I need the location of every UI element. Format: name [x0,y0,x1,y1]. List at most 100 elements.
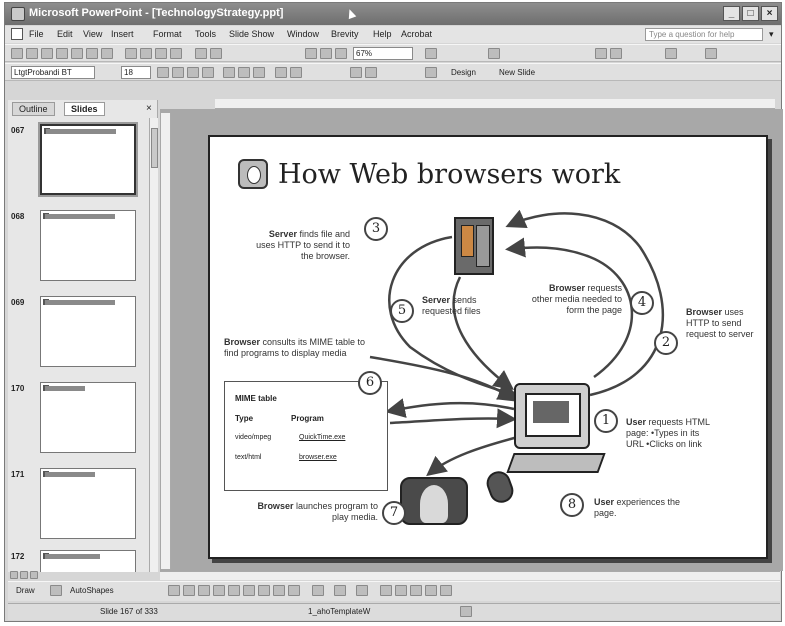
paste-icon[interactable] [155,48,167,59]
menu-slide-show[interactable]: Slide Show [229,29,274,39]
slide-thumbnail-image[interactable] [40,550,136,572]
insert-picture-icon[interactable] [335,48,347,59]
menu-window[interactable]: Window [287,29,319,39]
bullets-icon[interactable] [290,67,302,78]
help-question-input[interactable]: Type a question for help [645,28,763,41]
align-right-icon[interactable] [253,67,265,78]
print-preview-icon[interactable] [86,48,98,59]
horizontal-scrollbar[interactable] [160,571,780,580]
shadow-icon[interactable] [202,67,214,78]
increase-font-icon[interactable] [350,67,362,78]
maximize-button[interactable]: □ [742,6,759,21]
arrow-icon[interactable] [183,585,195,596]
slide-thumbnail-image[interactable] [40,210,136,281]
spelling-status-icon[interactable] [460,606,472,617]
open-icon[interactable] [26,48,38,59]
font-color-icon[interactable] [425,67,437,78]
title-bar[interactable]: Microsoft PowerPoint - [TechnologyStrate… [5,3,781,25]
slide-thumbnail-068[interactable]: 068 [8,206,148,284]
insert-table-icon[interactable] [320,48,332,59]
vertical-ruler[interactable] [161,113,171,569]
text-box-icon[interactable] [228,585,240,596]
slide-thumbnail-069[interactable]: 069 [8,292,148,370]
decrease-font-icon[interactable] [365,67,377,78]
select-objects-icon[interactable] [50,585,62,596]
numbering-icon[interactable] [275,67,287,78]
minimize-button[interactable]: _ [723,6,740,21]
slide-thumbnail-image[interactable] [40,382,136,453]
slide-thumbnail-image[interactable] [40,468,136,539]
clip-art-icon[interactable] [273,585,285,596]
dash-style-icon[interactable] [395,585,407,596]
slide-sorter-view-icon[interactable] [20,571,28,579]
insert-chart-icon[interactable] [305,48,317,59]
italic-icon[interactable] [172,67,184,78]
horizontal-ruler[interactable] [215,99,775,109]
document-icon[interactable] [11,28,23,40]
help-icon[interactable] [425,48,437,59]
align-left-icon[interactable] [223,67,235,78]
spelling-icon[interactable] [101,48,113,59]
menu-help[interactable]: Help [373,29,392,39]
insert-picture-icon[interactable] [288,585,300,596]
align-center-icon[interactable] [238,67,250,78]
grayscale-icon[interactable] [488,48,500,59]
format-painter-icon[interactable] [170,48,182,59]
slide-thumbnail-image[interactable] [38,122,138,197]
copy-icon[interactable] [140,48,152,59]
3d-style-icon[interactable] [440,585,452,596]
line-icon[interactable] [168,585,180,596]
oval-icon[interactable] [213,585,225,596]
font-size-select[interactable]: 18 [121,66,151,79]
close-button[interactable]: × [761,6,778,21]
forward-icon[interactable] [610,48,622,59]
menu-insert[interactable]: Insert [111,29,134,39]
menu-file[interactable]: File [29,29,44,39]
menu-tools[interactable]: Tools [195,29,216,39]
email-icon[interactable] [56,48,68,59]
tab-slides[interactable]: Slides [64,102,105,116]
wordart-icon[interactable] [243,585,255,596]
underline-icon[interactable] [187,67,199,78]
help-dropdown-icon[interactable]: ▾ [769,29,774,40]
bold-icon[interactable] [157,67,169,78]
slide-thumbnail-067[interactable]: 067 [8,120,148,198]
slide-thumbnail-172[interactable]: 172 [8,546,148,572]
menu-format[interactable]: Format [153,29,182,39]
line-color-icon[interactable] [334,585,346,596]
insert-comment-icon[interactable] [665,48,677,59]
shadow-style-icon[interactable] [425,585,437,596]
slides-pane-scrollbar[interactable] [149,118,158,572]
diagram-icon[interactable] [258,585,270,596]
font-select[interactable]: LtgtProbandi BT [11,66,95,79]
font-color-icon[interactable] [356,585,368,596]
menu-edit[interactable]: Edit [57,29,73,39]
arrow-style-icon[interactable] [410,585,422,596]
pane-close-icon[interactable]: × [146,103,152,114]
powerpoint-app-icon[interactable] [11,7,25,21]
cut-icon[interactable] [125,48,137,59]
slide-show-view-icon[interactable] [30,571,38,579]
slide-thumbnail-image[interactable] [40,296,136,367]
new-icon[interactable] [11,48,23,59]
draw-menu[interactable]: Draw [16,586,35,595]
current-slide[interactable]: How Web browsers work Server finds file … [208,135,768,559]
print-icon[interactable] [71,48,83,59]
autoshapes-menu[interactable]: AutoShapes [70,586,114,595]
show-markup-icon[interactable] [705,48,717,59]
scrollbar-thumb[interactable] [151,128,158,168]
line-style-icon[interactable] [380,585,392,596]
tab-outline[interactable]: Outline [12,102,55,116]
menu-brevity[interactable]: Brevity [331,29,359,39]
redo-icon[interactable] [210,48,222,59]
fill-color-icon[interactable] [312,585,324,596]
save-icon[interactable] [41,48,53,59]
undo-icon[interactable] [195,48,207,59]
slide-thumbnail-170[interactable]: 170 [8,378,148,456]
back-icon[interactable] [595,48,607,59]
slide-title[interactable]: How Web browsers work [278,159,620,190]
normal-view-icon[interactable] [10,571,18,579]
menu-acrobat[interactable]: Acrobat [401,29,432,39]
zoom-select[interactable]: 67% [353,47,413,60]
rectangle-icon[interactable] [198,585,210,596]
